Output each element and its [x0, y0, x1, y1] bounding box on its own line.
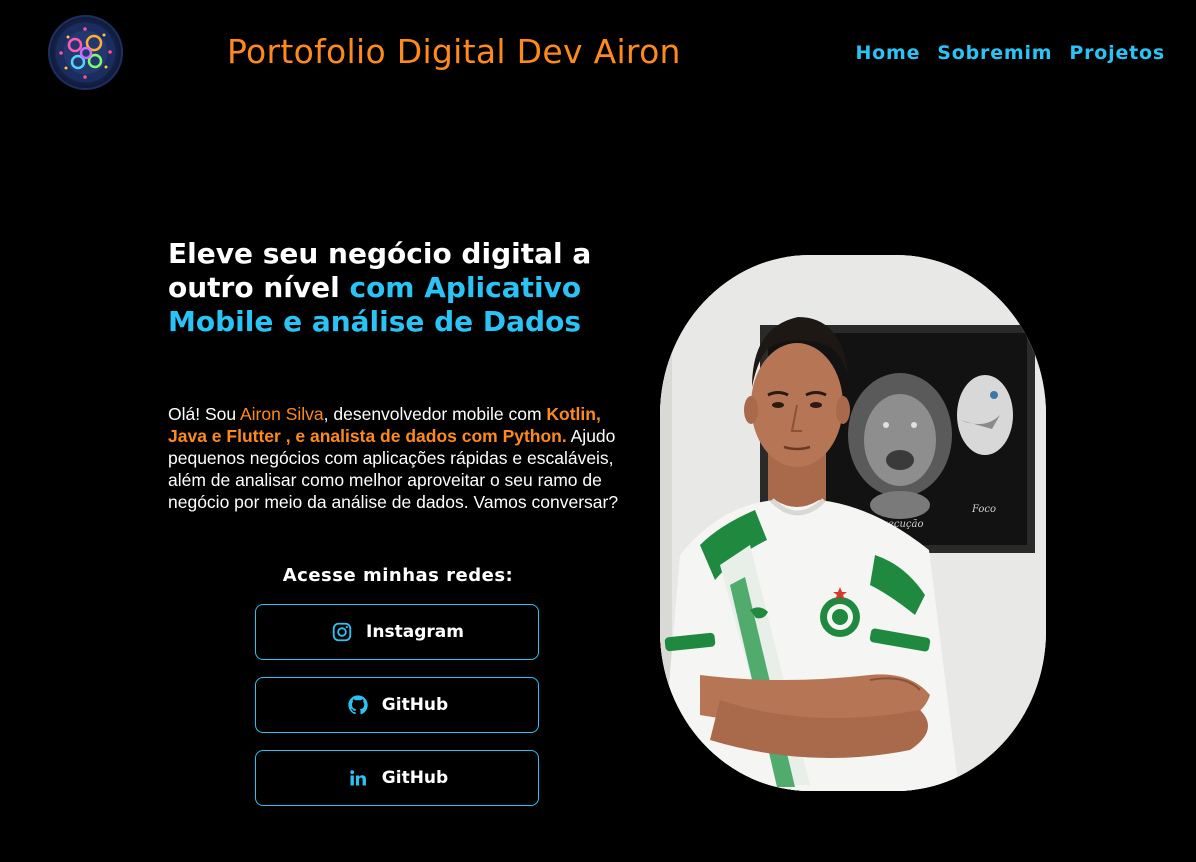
- linkedin-button[interactable]: GitHub: [255, 750, 539, 806]
- intro-part2: , desenvolvedor mobile com: [323, 404, 547, 424]
- nav-projetos[interactable]: Projetos: [1069, 42, 1165, 64]
- instagram-label: Instagram: [366, 622, 464, 642]
- github-button[interactable]: GitHub: [255, 677, 539, 733]
- github-icon: [346, 693, 370, 717]
- intro-name: Airon Silva: [240, 404, 324, 424]
- intro-paragraph: Olá! Sou Airon Silva, desenvolvedor mobi…: [168, 403, 638, 513]
- svg-text:Foco: Foco: [971, 504, 996, 515]
- instagram-icon: [330, 620, 354, 644]
- linkedin-label: GitHub: [381, 768, 449, 788]
- profile-photo: Execução Foco: [660, 255, 1046, 791]
- socials-title: Acesse minhas redes:: [282, 565, 514, 586]
- linkedin-icon: [346, 766, 370, 790]
- intro-part1: Olá! Sou: [168, 404, 240, 424]
- nav-home[interactable]: Home: [855, 42, 920, 64]
- logo[interactable]: [48, 15, 123, 90]
- site-title: Portofolio Digital Dev Airon: [227, 32, 681, 71]
- nav-sobremim[interactable]: Sobremim: [937, 42, 1052, 64]
- instagram-button[interactable]: Instagram: [255, 604, 539, 660]
- hero-headline: Eleve seu negócio digital a outro nível …: [168, 237, 638, 339]
- gears-logo-icon: [55, 22, 116, 83]
- person-portrait-illustration: Execução Foco: [660, 255, 1046, 791]
- main-nav: Home Sobremim Projetos: [855, 42, 1165, 64]
- page: Portofolio Digital Dev Airon Home Sobrem…: [0, 0, 1196, 862]
- github-label: GitHub: [381, 695, 449, 715]
